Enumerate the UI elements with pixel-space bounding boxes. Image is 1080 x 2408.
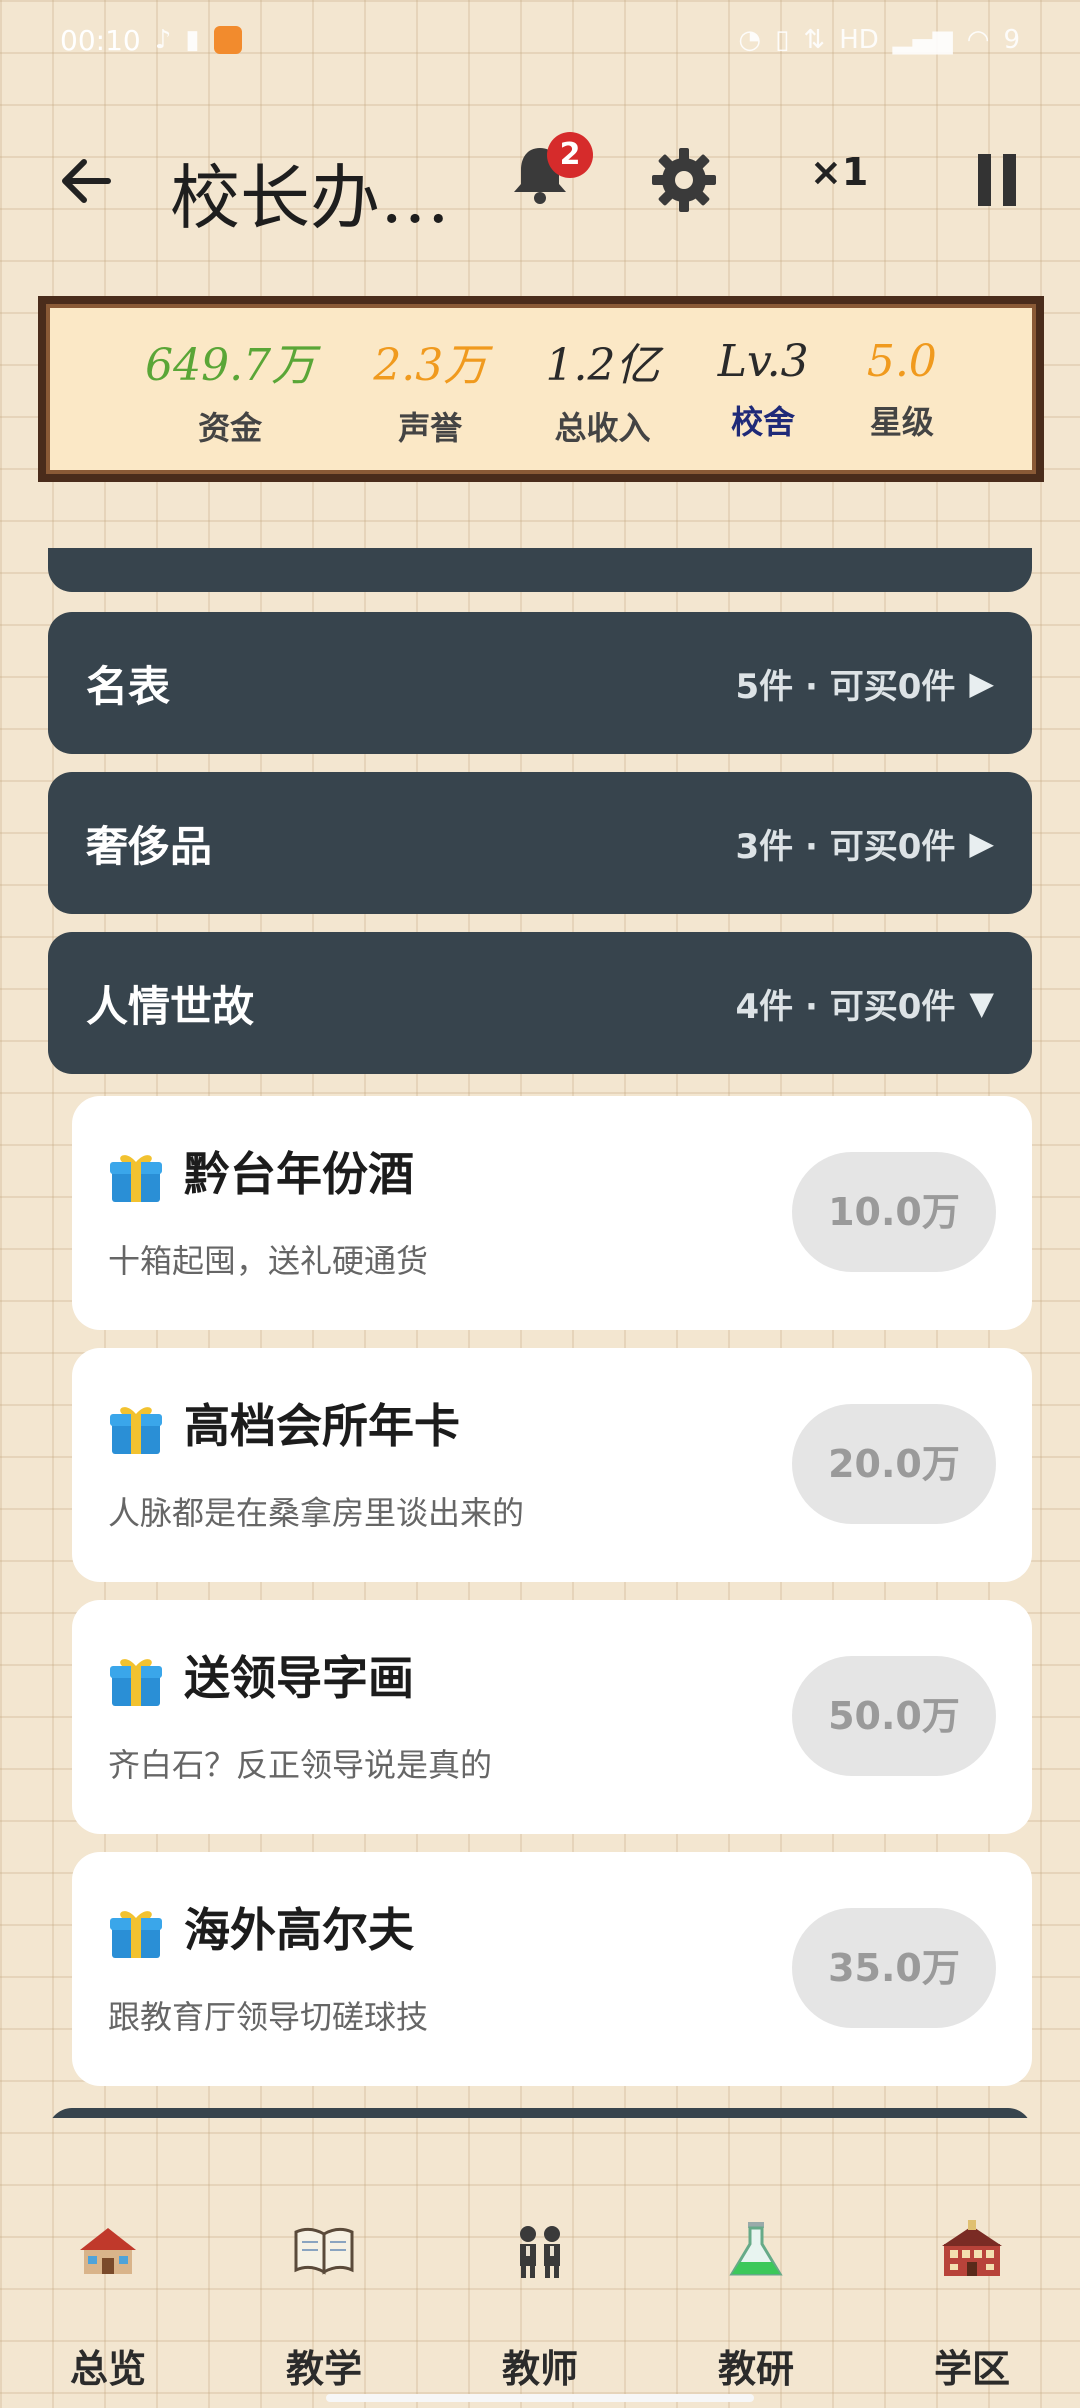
page-title: 校长办…: [170, 157, 450, 239]
category-meta: 3件 · 可买0件 ▶: [735, 819, 994, 868]
category-bar-partial[interactable]: [48, 2108, 1032, 2118]
nav-tab-0[interactable]: 总览: [28, 2190, 188, 2393]
item-name: 海外高尔夫: [184, 1903, 414, 1957]
buy-price-button[interactable]: 35.0万: [792, 1908, 996, 2028]
top-bar: 校长办… 2 ×1: [0, 120, 1080, 240]
stat-item: 5.0 星级: [867, 336, 937, 443]
nav-label: 学区: [933, 2347, 1010, 2391]
gift-icon: [110, 1659, 162, 1706]
flask-icon: [724, 2218, 788, 2282]
item-description: 跟教育厅领导切磋球技: [108, 1998, 429, 2036]
stat-value: 649.7万: [145, 340, 316, 391]
gift-icon: [110, 1155, 162, 1202]
nav-label: 总览: [69, 2347, 146, 2391]
shop-item-card[interactable]: 高档会所年卡人脉都是在桑拿房里谈出来的 20.0万: [72, 1348, 1032, 1582]
nav-tab-2[interactable]: 教师: [460, 2190, 620, 2393]
nav-tab-4[interactable]: 学区: [892, 2190, 1052, 2393]
status-time: 00:10: [60, 23, 141, 57]
school-house-icon: [76, 2218, 140, 2282]
buy-price-button[interactable]: 50.0万: [792, 1656, 996, 1776]
school-building-icon: [940, 2218, 1004, 2282]
tiktok-icon: ♪: [154, 25, 172, 55]
nav-label: 教师: [501, 2347, 578, 2391]
category-name: 名表: [86, 661, 171, 711]
battery-icon: 9: [1003, 25, 1020, 55]
item-name: 高档会所年卡: [184, 1399, 460, 1453]
stat-label: 资金: [198, 409, 263, 447]
expand-arrow-icon: ▶: [969, 824, 994, 862]
stat-item: Lv.3 校舍: [718, 336, 809, 443]
item-description: 人脉都是在桑拿房里谈出来的: [108, 1494, 525, 1532]
nav-label: 教学: [285, 2347, 362, 2391]
category-watches[interactable]: 名表 5件 · 可买0件 ▶: [48, 612, 1032, 754]
status-bar: 00:10 ♪ ▮ ◔ ▯ ⇅ HD ▂▄▆ ◠ 9: [0, 0, 1080, 80]
vibrate-icon: ▯: [775, 25, 790, 55]
stat-value: Lv.3: [717, 335, 809, 387]
stat-value: 5.0: [866, 335, 937, 387]
expand-arrow-icon: ▶: [969, 664, 994, 702]
collapse-arrow-icon: ▼: [969, 984, 994, 1022]
category-meta: 5件 · 可买0件 ▶: [735, 659, 994, 708]
category-count: 5件 · 可买0件: [735, 666, 956, 707]
category-name: 奢侈品: [86, 821, 213, 871]
app-notification-icon: [213, 26, 242, 54]
item-name: 送领导字画: [184, 1651, 414, 1705]
nav-tab-3[interactable]: 教研: [676, 2190, 836, 2393]
item-description: 齐白石？反正领导说是真的: [108, 1746, 493, 1784]
stat-value: 2.3万: [373, 340, 488, 391]
stat-value: 1.2亿: [545, 340, 660, 391]
stat-item: 1.2亿总收入: [546, 329, 660, 449]
nav-label: 教研: [717, 2347, 794, 2391]
settings-gear-icon[interactable]: [650, 146, 718, 214]
back-button[interactable]: [52, 146, 122, 216]
category-social-gifts[interactable]: 人情世故 4件 · 可买0件 ▼: [48, 932, 1032, 1074]
item-description: 十箱起囤，送礼硬通货: [108, 1242, 429, 1280]
stat-label: 声誉: [398, 409, 463, 447]
shop-list[interactable]: 名表 5件 · 可买0件 ▶ 奢侈品 3件 · 可买0件 ▶ 人情世故 4件 ·…: [0, 548, 1080, 2118]
notification-badge: 2: [547, 132, 593, 178]
stat-item: 2.3万声誉: [373, 329, 487, 449]
stat-label: 星级: [869, 402, 934, 441]
shop-item-card[interactable]: 送领导字画齐白石？反正领导说是真的 50.0万: [72, 1600, 1032, 1834]
category-luxury[interactable]: 奢侈品 3件 · 可买0件 ▶: [48, 772, 1032, 914]
item-name: 黔台年份酒: [184, 1147, 414, 1201]
home-indicator[interactable]: [326, 2394, 754, 2402]
gift-icon: [110, 1911, 162, 1958]
stat-label: 校舍: [731, 402, 796, 441]
gift-icon: [110, 1407, 162, 1454]
stat-label: 总收入: [554, 409, 651, 447]
nav-tab-1[interactable]: 教学: [244, 2190, 404, 2393]
category-bar-partial[interactable]: [48, 548, 1032, 592]
buy-price-button[interactable]: 10.0万: [792, 1152, 996, 1272]
category-meta: 4件 · 可买0件 ▼: [735, 979, 994, 1028]
buy-price-button[interactable]: 20.0万: [792, 1404, 996, 1524]
bottom-nav: 总览 教学 教师 教研 学区: [0, 2190, 1080, 2408]
category-count: 3件 · 可买0件: [735, 826, 956, 867]
hd-icon: HD: [839, 25, 879, 55]
teachers-icon: [508, 2218, 572, 2282]
stats-panel: 649.7万资金 2.3万声誉 1.2亿总收入 Lv.3 校舍 5.0 星级: [38, 296, 1044, 482]
category-name: 人情世故: [86, 981, 255, 1031]
notifications-button[interactable]: 2: [505, 132, 593, 220]
open-book-icon: [292, 2218, 356, 2282]
back-arrow-icon: [62, 159, 111, 203]
shop-item-card[interactable]: 黔台年份酒十箱起囤，送礼硬通货 10.0万: [72, 1096, 1032, 1330]
category-count: 4件 · 可买0件: [735, 986, 956, 1027]
pause-icon[interactable]: [976, 150, 1018, 210]
game-speed-button[interactable]: ×1: [810, 150, 868, 194]
wifi-icon: ◠: [966, 25, 990, 55]
shop-item-card[interactable]: 海外高尔夫跟教育厅领导切磋球技 35.0万: [72, 1852, 1032, 2086]
stat-item: 649.7万资金: [145, 329, 315, 449]
signal-icon: ▂▄▆: [892, 25, 953, 55]
alarm-icon: ◔: [738, 25, 762, 55]
data-speed-icon: ⇅: [803, 25, 826, 55]
sim-icon: ▮: [185, 25, 200, 55]
